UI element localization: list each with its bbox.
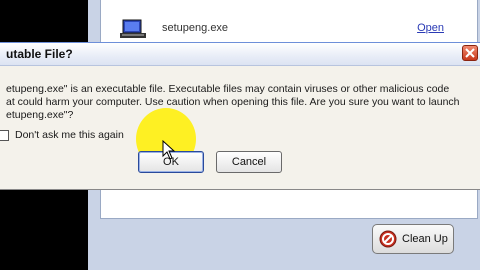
close-button[interactable] — [462, 45, 478, 61]
dialog-titlebar[interactable]: utable File? — [0, 43, 480, 66]
close-icon — [465, 48, 475, 58]
dont-ask-again-row[interactable]: Don't ask me this again — [0, 127, 124, 143]
dialog-message: etupeng.exe" is an executable file. Exec… — [6, 83, 474, 122]
mouse-cursor-icon — [162, 140, 176, 160]
clean-up-label: Clean Up — [402, 233, 448, 245]
dont-ask-again-label: Don't ask me this again — [15, 129, 124, 141]
clean-up-button[interactable]: Clean Up — [372, 224, 454, 254]
clean-up-icon — [379, 230, 397, 248]
dont-ask-again-checkbox[interactable] — [0, 129, 9, 141]
message-line-1: etupeng.exe" is an executable file. Exec… — [6, 83, 450, 95]
message-line-2: at could harm your computer. Use caution… — [6, 96, 460, 108]
open-link[interactable]: Open — [417, 22, 444, 34]
executable-file-icon — [120, 19, 146, 38]
message-line-3: etupeng.exe"? — [6, 109, 74, 121]
dialog-title: utable File? — [6, 47, 73, 61]
cancel-button[interactable]: Cancel — [216, 151, 282, 173]
download-filename: setupeng.exe — [162, 22, 229, 34]
